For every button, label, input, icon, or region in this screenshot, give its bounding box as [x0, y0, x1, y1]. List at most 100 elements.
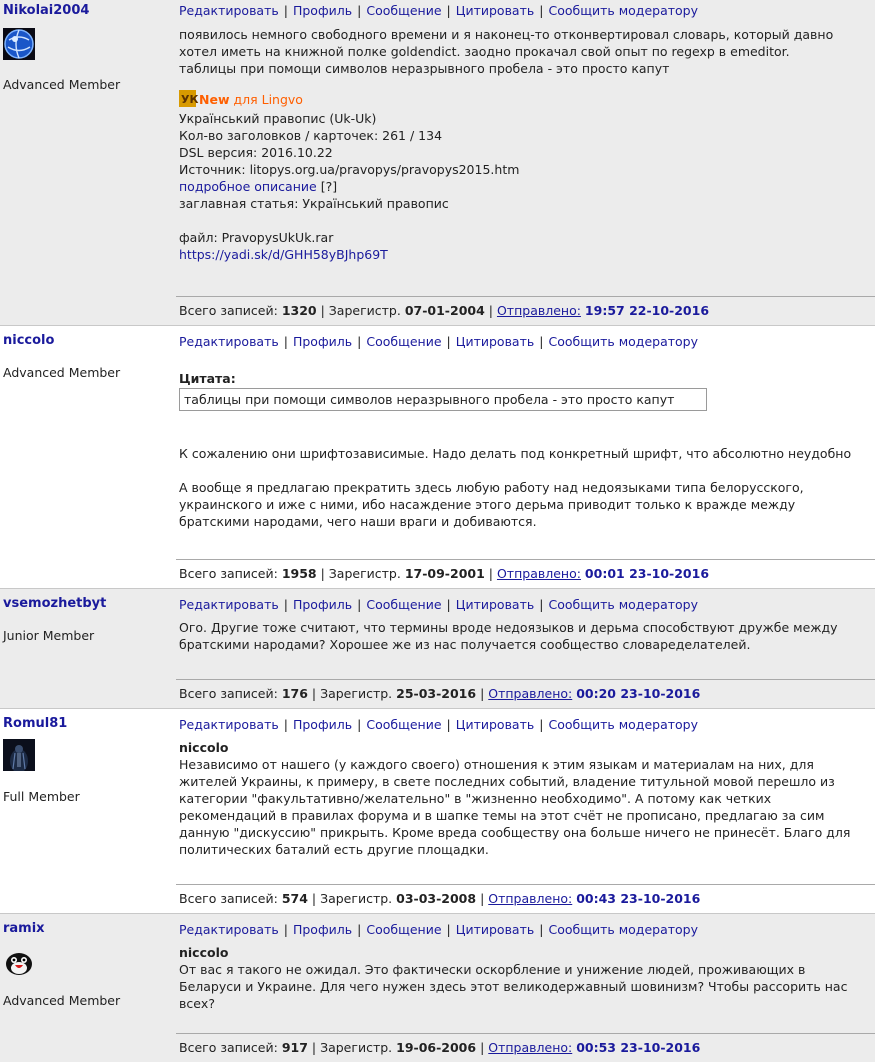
- report-link[interactable]: Сообщить модератору: [548, 3, 698, 18]
- registered-label: Зарегистр.: [328, 303, 401, 318]
- author-name[interactable]: Romul81: [3, 716, 176, 736]
- new-badge: New: [199, 92, 230, 107]
- post-footer: Всего записей: 1320 | Зарегистр. 07-01-2…: [176, 296, 875, 325]
- for-lingvo-label: для Lingvo: [233, 92, 303, 107]
- download-url-link[interactable]: https://yadi.sk/d/GHH58yBJhp69T: [179, 247, 388, 262]
- registered-label: Зарегистр.: [320, 891, 393, 906]
- post-actions: Редактировать | Профиль | Сообщение | Цитирова…: [179, 717, 698, 732]
- message-link[interactable]: Сообщение: [366, 334, 441, 349]
- sent-link[interactable]: Отправлено:: [488, 891, 572, 906]
- post-vsemozhetbyt: vsemozhetbyt Junior Member Редактировать…: [0, 589, 875, 709]
- report-link[interactable]: Сообщить модератору: [548, 334, 698, 349]
- quote-link[interactable]: Цитировать: [456, 3, 535, 18]
- edit-link[interactable]: Редактировать: [179, 3, 279, 18]
- message-link[interactable]: Сообщение: [366, 597, 441, 612]
- profile-link[interactable]: Профиль: [293, 922, 352, 937]
- sent-link[interactable]: Отправлено:: [488, 1040, 572, 1055]
- dictionary-title-article: заглавная статья: Український правопис: [179, 196, 449, 211]
- penguin-avatar-icon: [3, 947, 176, 983]
- dictionary-name: Український правопис (Uk-Uk): [179, 111, 377, 126]
- post-actions: Редактировать | Профиль | Сообщение | Цитирова…: [179, 3, 698, 18]
- sent-time: 00:01 23-10-2016: [584, 566, 710, 581]
- report-link[interactable]: Сообщить модератору: [548, 922, 698, 937]
- sent-time: 00:43 23-10-2016: [576, 891, 701, 906]
- post-footer: Всего записей: 1958 | Зарегистр. 17-09-2…: [176, 559, 875, 588]
- details-help[interactable]: [?]: [321, 179, 337, 194]
- author-name[interactable]: vsemozhetbyt: [3, 596, 176, 616]
- profile-link[interactable]: Профиль: [293, 717, 352, 732]
- sent-link[interactable]: Отправлено:: [497, 566, 581, 581]
- dictionary-file: файл: PravopysUkUk.rar: [179, 230, 334, 245]
- message-link[interactable]: Сообщение: [366, 3, 441, 18]
- text-line: От вас я такого не ожидал. Это фактическ…: [179, 962, 806, 977]
- ukrainian-dict-icon: УК: [179, 90, 198, 107]
- member-rank: Advanced Member: [3, 993, 121, 1008]
- registered-date: 25-03-2016: [396, 686, 477, 701]
- author-name[interactable]: ramix: [3, 921, 176, 941]
- text-line: появилось немного свободного времени и я…: [179, 27, 834, 42]
- text-line: рекомендаций в правилах форума и в шапке…: [179, 808, 825, 823]
- edit-link[interactable]: Редактировать: [179, 334, 279, 349]
- quote-title: Цитата:: [179, 371, 236, 386]
- post-nikolai2004: Nikolai2004 Advanced Member Редактироват…: [0, 0, 875, 326]
- addressee: niccolo: [179, 945, 229, 960]
- sent-link[interactable]: Отправлено:: [488, 686, 572, 701]
- member-rank: Junior Member: [3, 628, 95, 643]
- post-romul81: Romul81 Full Member Редактировать | Профил…: [0, 709, 875, 914]
- message-link[interactable]: Сообщение: [366, 922, 441, 937]
- text-line: братскими народами? Хорошее же из нас по…: [179, 637, 751, 652]
- author-name[interactable]: Nikolai2004: [3, 3, 176, 23]
- dictionary-source: Источник: litopys.org.ua/pravopys/pravop…: [179, 162, 520, 177]
- report-link[interactable]: Сообщить модератору: [548, 717, 698, 732]
- post-author-column: ramix Advanced Member: [0, 914, 176, 1062]
- text-line: Независимо от нашего (у каждого своего) …: [179, 757, 814, 772]
- post-author-column: niccolo Advanced Member: [0, 326, 176, 588]
- globe-avatar-icon: [3, 28, 176, 64]
- total-label: Всего записей:: [179, 303, 278, 318]
- post-body: Редактировать | Профиль | Сообщение | Цитирова…: [176, 0, 875, 325]
- text-line: К сожалению они шрифтозависимые. Надо де…: [179, 446, 852, 461]
- profile-link[interactable]: Профиль: [293, 597, 352, 612]
- report-link[interactable]: Сообщить модератору: [548, 597, 698, 612]
- registered-date: 07-01-2004: [404, 303, 485, 318]
- member-rank: Advanced Member: [3, 365, 121, 380]
- profile-link[interactable]: Профиль: [293, 334, 352, 349]
- text-line: Ого. Другие тоже считают, что термины вр…: [179, 620, 838, 635]
- message-link[interactable]: Сообщение: [366, 717, 441, 732]
- quote-link[interactable]: Цитировать: [456, 717, 535, 732]
- total-label: Всего записей:: [179, 1040, 278, 1055]
- text-line: украинского и иже с ними, ибо насаждение…: [179, 497, 796, 512]
- dictionary-headwords: Кол-во заголовков / карточек: 261 / 134: [179, 128, 443, 143]
- text-line: А вообще я предлагаю прекратить здесь лю…: [179, 480, 804, 495]
- post-ramix: ramix Advanced Member Редактировать | Проф…: [0, 914, 875, 1062]
- details-link[interactable]: подробное описание: [179, 179, 317, 194]
- total-posts: 1320: [281, 303, 317, 318]
- post-body: Редактировать | Профиль | Сообщение | Цитирова…: [176, 326, 875, 588]
- text-line: категории "факультативно/желательно" в "…: [179, 791, 772, 806]
- quote-link[interactable]: Цитировать: [456, 334, 535, 349]
- text-line: братскими народами, чего наши враги и до…: [179, 514, 537, 529]
- registered-date: 19-06-2006: [396, 1040, 477, 1055]
- text-line: Беларуси и Украине. Для чего нужен здесь…: [179, 979, 848, 994]
- sent-link[interactable]: Отправлено:: [497, 303, 581, 318]
- total-posts: 917: [281, 1040, 308, 1055]
- post-author-column: Romul81 Full Member: [0, 709, 176, 913]
- post-text: niccolo Независимо от нашего (у каждого …: [179, 739, 869, 858]
- registered-label: Зарегистр.: [320, 686, 393, 701]
- quote-link[interactable]: Цитировать: [456, 922, 535, 937]
- post-body: Редактировать | Профиль | Сообщение | Цитирова…: [176, 709, 875, 913]
- dictionary-dsl-version: DSL версия: 2016.10.22: [179, 145, 333, 160]
- registered-label: Зарегистр.: [328, 566, 401, 581]
- profile-link[interactable]: Профиль: [293, 3, 352, 18]
- quote-link[interactable]: Цитировать: [456, 597, 535, 612]
- edit-link[interactable]: Редактировать: [179, 922, 279, 937]
- post-actions: Редактировать | Профиль | Сообщение | Цитирова…: [179, 922, 698, 937]
- registered-date: 17-09-2001: [404, 566, 485, 581]
- author-name[interactable]: niccolo: [3, 333, 176, 353]
- sent-time: 19:57 22-10-2016: [584, 303, 710, 318]
- total-label: Всего записей:: [179, 566, 278, 581]
- member-rank: Advanced Member: [3, 77, 121, 92]
- edit-link[interactable]: Редактировать: [179, 717, 279, 732]
- total-label: Всего записей:: [179, 686, 278, 701]
- edit-link[interactable]: Редактировать: [179, 597, 279, 612]
